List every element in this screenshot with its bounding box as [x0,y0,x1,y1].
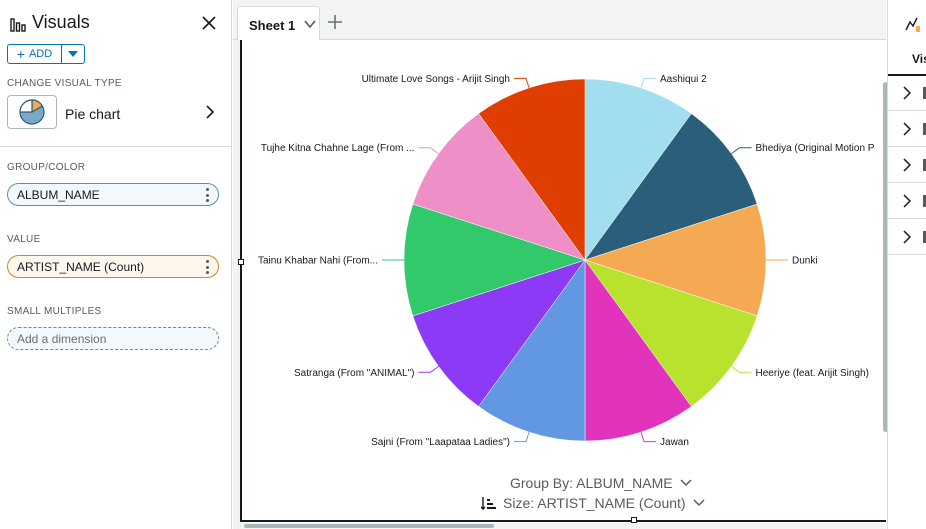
value-field-name: ARTIST_NAME (Count) [17,259,145,274]
tab-sheet-1[interactable]: Sheet 1 [237,6,320,40]
size-control[interactable]: Size: ARTIST_NAME (Count) [481,495,706,511]
slice-leader-line [513,77,530,89]
sheet-canvas: Aashiqui 2 Bhediya (Original Motion P Dunk… [238,40,889,529]
group-color-field-well[interactable]: ALBUM_NAME [7,183,219,206]
value-label: VALUE [7,234,41,245]
sort-icon [481,497,496,510]
sheet-area: Sheet 1 Aashiqui 2 Bhediya (Original Moti… [233,0,889,529]
format-visual-icon[interactable] [904,16,920,32]
bar-chart-icon [10,18,26,32]
chevron-down-icon [680,479,692,487]
slice-label: Jawan [660,437,689,448]
slice-label: Tujhe Kitna Chahne Lage (From ... [261,143,415,154]
sheet-tab-label: Sheet 1 [249,18,296,33]
slice-label: Dunki [792,256,818,267]
resize-handle-left[interactable] [238,259,244,265]
slice-leader-line [418,147,439,155]
analysis-app: Visuals + ADD CHANGE VISUAL TYPE Pie cha… [0,0,926,529]
slice-label: Tainu Khabar Nahi (From... [258,256,378,267]
small-multiples-drop-zone[interactable]: Add a dimension [7,327,219,350]
plus-icon: + [16,46,25,62]
slice-label: Bhediya (Original Motion P [756,143,875,154]
close-icon[interactable] [200,14,218,32]
horizontal-scroll-thumb[interactable] [244,524,494,528]
properties-section-1[interactable] [888,75,926,111]
small-multiples-label: SMALL MULTIPLES [7,306,102,317]
visuals-panel-title: Visuals [32,12,90,32]
chevron-right-icon [206,105,215,119]
tab-visual[interactable]: Visi [912,52,926,66]
visuals-panel: Visuals + ADD CHANGE VISUAL TYPE Pie cha… [0,0,232,529]
properties-section-5[interactable] [888,219,926,255]
add-visual-dropdown[interactable] [62,45,84,63]
slice-leader-line [640,77,657,89]
chevron-right-icon [903,122,911,136]
more-options-icon[interactable] [205,188,209,202]
pie-chart-thumbnail-icon [7,95,57,129]
change-visual-type-label: CHANGE VISUAL TYPE [7,78,122,89]
sheet-tab-bar: Sheet 1 [233,0,886,40]
chevron-right-icon [903,86,911,100]
add-dimension-placeholder: Add a dimension [17,331,107,346]
properties-panel: Visi [887,0,926,529]
slice-leader-line [731,365,752,373]
visual-type-selector[interactable]: Pie chart [7,95,222,131]
group-color-field-name: ALBUM_NAME [17,187,100,202]
visuals-panel-header: Visuals [8,12,228,36]
add-visual-button[interactable]: + ADD [8,45,62,63]
add-visual-label: ADD [28,48,53,60]
size-label: Size: ARTIST_NAME (Count) [503,495,686,511]
add-sheet-icon[interactable] [328,15,342,29]
horizontal-scrollbar[interactable] [240,523,886,529]
value-field-well[interactable]: ARTIST_NAME (Count) [7,255,219,278]
slice-leader-line [418,365,439,373]
add-visual-control: + ADD [7,44,85,64]
panel-divider [0,146,231,147]
slice-label: Sajni (From "Laapataa Ladies") [371,437,510,448]
pie-chart-visual[interactable]: Aashiqui 2 Bhediya (Original Motion P Dunk… [238,40,889,523]
visual-type-name: Pie chart [65,106,121,122]
chevron-down-icon[interactable] [304,19,316,29]
chevron-right-icon [903,158,911,172]
slice-label: Heeriye (feat. Arijit Singh) [756,368,869,379]
chevron-down-icon [693,499,705,507]
group-color-label: GROUP/COLOR [7,162,86,173]
pie-chart: Aashiqui 2 Bhediya (Original Motion P Dunk… [258,74,875,448]
slice-leader-line [731,147,752,155]
slice-label: Ultimate Love Songs - Arijit Singh [362,74,510,85]
caret-down-icon [68,51,78,57]
slice-label: Satranga (From "ANIMAL") [294,368,414,379]
properties-section-2[interactable] [888,111,926,147]
group-by-label: Group By: ALBUM_NAME [510,475,673,491]
properties-section-3[interactable] [888,147,926,183]
slice-label: Aashiqui 2 [660,74,707,85]
properties-section-4[interactable] [888,183,926,219]
slice-leader-line [513,431,530,443]
more-options-icon[interactable] [205,260,209,274]
chevron-right-icon [903,230,911,244]
group-by-control[interactable]: Group By: ALBUM_NAME [510,475,693,491]
slice-leader-line [640,431,657,443]
chevron-right-icon [903,194,911,208]
